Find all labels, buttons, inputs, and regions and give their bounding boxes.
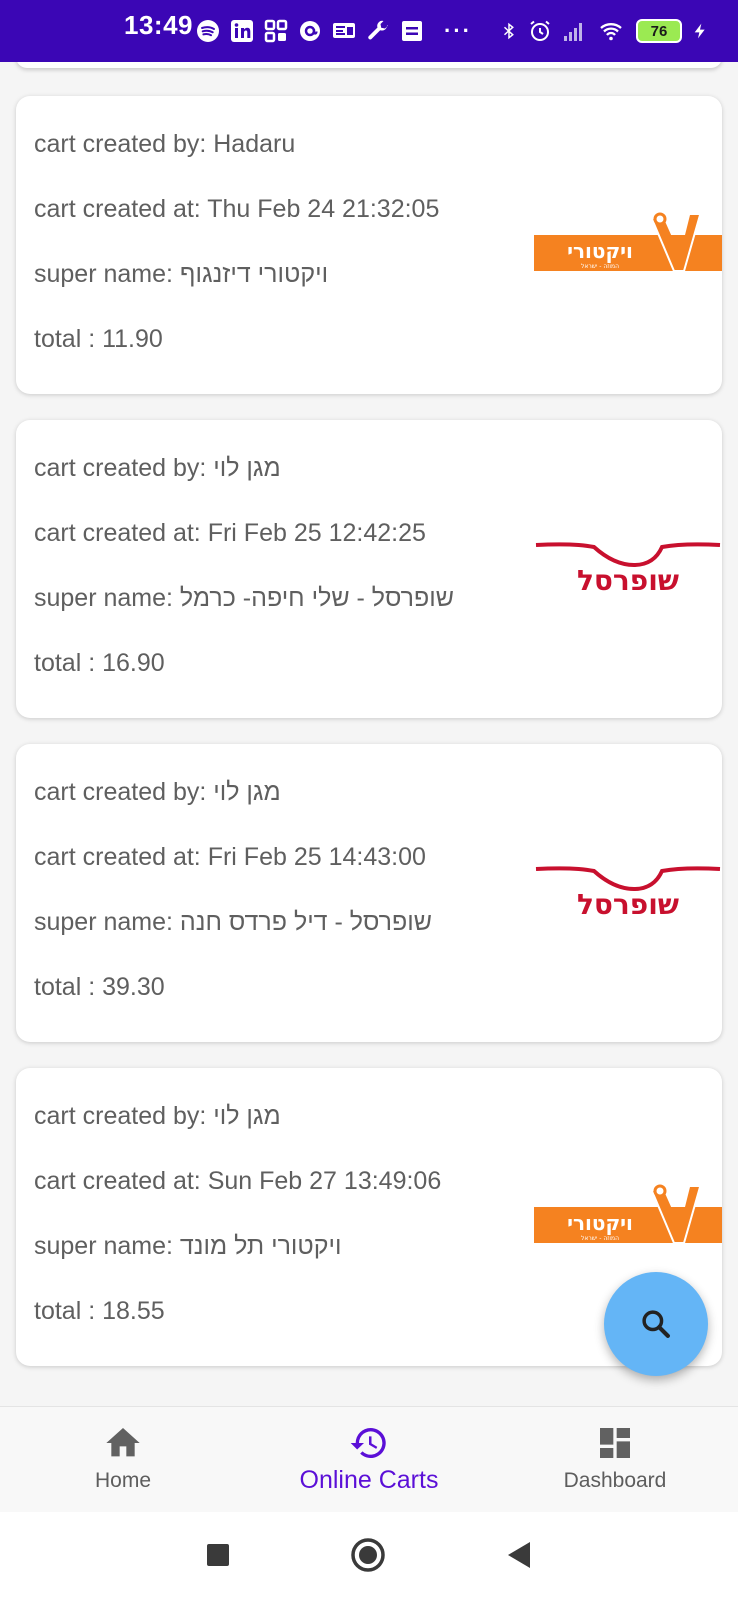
sim-icon <box>402 21 422 41</box>
bottom-navigation: Home Online Carts Dashboard <box>0 1406 738 1513</box>
victory-logo: ויקטורי המוזה - ישראל <box>534 211 722 281</box>
created-by-label: cart created by: <box>34 778 214 806</box>
victory-logo: ויקטורי המוזה - ישראל <box>534 1183 722 1253</box>
created-by-row: cart created by: Hadaru <box>34 130 295 159</box>
victory-logo-text: ויקטורי <box>567 1211 633 1235</box>
created-at-row: cart created at: Thu Feb 24 21:32:05 <box>34 195 439 224</box>
nav-dashboard-label: Dashboard <box>563 1469 667 1492</box>
total-row: total : 16.90 <box>34 649 165 678</box>
message-icon <box>333 23 355 38</box>
linkedin-icon <box>231 20 253 42</box>
signal-icon <box>564 23 582 41</box>
total-value: 11.90 <box>102 325 163 353</box>
bluetooth-icon <box>503 22 514 40</box>
total-label: total : <box>34 973 103 1001</box>
created-by-value: Hadaru <box>213 130 296 158</box>
total-label: total : <box>34 649 103 677</box>
total-row: total : 39.30 <box>34 973 165 1002</box>
super-name-label: super name: <box>34 908 180 936</box>
nav-online-carts[interactable]: Online Carts <box>246 1407 492 1513</box>
total-row: total : 11.90 <box>34 325 163 354</box>
super-name-row: super name: שופרסל - שלי חיפה- כרמל <box>34 584 454 613</box>
shufersal-logo: שופרסל <box>534 859 722 929</box>
super-name-label: super name: <box>34 1232 180 1260</box>
battery-icon: 76 <box>636 19 682 43</box>
charging-icon <box>694 23 705 39</box>
created-by-row: cart created by: מגן לוי <box>34 454 281 483</box>
cart-card[interactable]: cart created by: Hadaru cart created at:… <box>16 96 722 394</box>
total-label: total : <box>34 1297 103 1325</box>
total-value: 18.55 <box>102 1297 165 1325</box>
search-fab[interactable] <box>604 1272 708 1376</box>
created-at-label: cart created at: <box>34 519 208 547</box>
created-at-value: Fri Feb 25 12:42:25 <box>207 519 426 547</box>
created-at-row: cart created at: Fri Feb 25 14:43:00 <box>34 843 426 872</box>
recents-icon[interactable] <box>206 1543 230 1567</box>
super-name-row: super name: ויקטורי דיזנגוף <box>34 260 328 289</box>
super-name-row: super name: שופרסל - דיל פרדס חנה <box>34 908 432 937</box>
status-time: 13:49 <box>124 10 193 40</box>
home-icon <box>106 1428 140 1457</box>
back-icon[interactable] <box>506 1541 532 1569</box>
victory-logo-text: ויקטורי <box>567 239 633 263</box>
created-at-value: Thu Feb 24 21:32:05 <box>207 195 440 223</box>
shufersal-logo-text: שופרסל <box>577 888 679 921</box>
history-icon <box>350 1427 386 1458</box>
cart-card[interactable]: cart created by: מגן לוי cart created at… <box>16 420 722 718</box>
nav-home[interactable]: Home <box>0 1407 246 1513</box>
victory-logo-subtext: המוזה - ישראל <box>581 1235 619 1242</box>
cart-card[interactable]: cart created by: מגן לוי cart created at… <box>16 744 722 1042</box>
home-circle-icon[interactable] <box>350 1537 386 1573</box>
created-by-value: מגן לוי <box>213 1102 281 1130</box>
nav-online-carts-label: Online Carts <box>299 1466 439 1494</box>
status-bar: 13:49 ··· 76 <box>0 0 738 62</box>
nav-dashboard[interactable]: Dashboard <box>492 1407 738 1513</box>
at-sign-icon <box>300 21 320 41</box>
cart-list[interactable]: cart created by: Hadaru cart created at:… <box>0 62 738 1406</box>
created-at-value: Fri Feb 25 14:43:00 <box>207 843 426 871</box>
system-navigation-bar <box>0 1512 738 1600</box>
apps-grid-icon <box>264 19 288 43</box>
created-by-label: cart created by: <box>34 1102 214 1130</box>
shufersal-logo: שופרסל <box>534 535 722 605</box>
created-at-row: cart created at: Fri Feb 25 12:42:25 <box>34 519 426 548</box>
created-by-row: cart created by: מגן לוי <box>34 778 281 807</box>
created-by-value: מגן לוי <box>213 454 281 482</box>
search-icon <box>642 1310 670 1338</box>
dashboard-icon <box>600 1428 630 1458</box>
created-by-label: cart created by: <box>34 130 214 158</box>
total-row: total : 18.55 <box>34 1297 165 1326</box>
wifi-icon <box>600 23 622 41</box>
spotify-icon <box>197 20 219 42</box>
total-value: 16.90 <box>102 649 165 677</box>
super-name-label: super name: <box>34 584 180 612</box>
super-name-row: super name: ויקטורי תל מונד <box>34 1232 341 1261</box>
nav-home-label: Home <box>94 1469 152 1492</box>
super-name-value: שופרסל - שלי חיפה- כרמל <box>179 584 455 612</box>
wrench-icon <box>368 20 388 40</box>
victory-logo-subtext: המוזה - ישראל <box>581 263 619 270</box>
alarm-icon <box>530 20 550 41</box>
created-at-label: cart created at: <box>34 843 208 871</box>
shufersal-logo-text: שופרסל <box>577 564 679 597</box>
super-name-value: ויקטורי דיזנגוף <box>179 260 329 288</box>
super-name-label: super name: <box>34 260 180 288</box>
created-by-row: cart created by: מגן לוי <box>34 1102 281 1131</box>
super-name-value: שופרסל - דיל פרדס חנה <box>179 908 432 936</box>
total-value: 39.30 <box>102 973 165 1001</box>
created-at-row: cart created at: Sun Feb 27 13:49:06 <box>34 1167 441 1196</box>
created-at-label: cart created at: <box>34 1167 208 1195</box>
cart-card-partial[interactable] <box>16 62 722 68</box>
created-by-label: cart created by: <box>34 454 214 482</box>
created-by-value: מגן לוי <box>213 778 281 806</box>
super-name-value: ויקטורי תל מונד <box>179 1232 342 1260</box>
created-at-value: Sun Feb 27 13:49:06 <box>207 1167 442 1195</box>
status-overflow: ··· <box>444 18 472 43</box>
created-at-label: cart created at: <box>34 195 208 223</box>
total-label: total : <box>34 325 103 353</box>
